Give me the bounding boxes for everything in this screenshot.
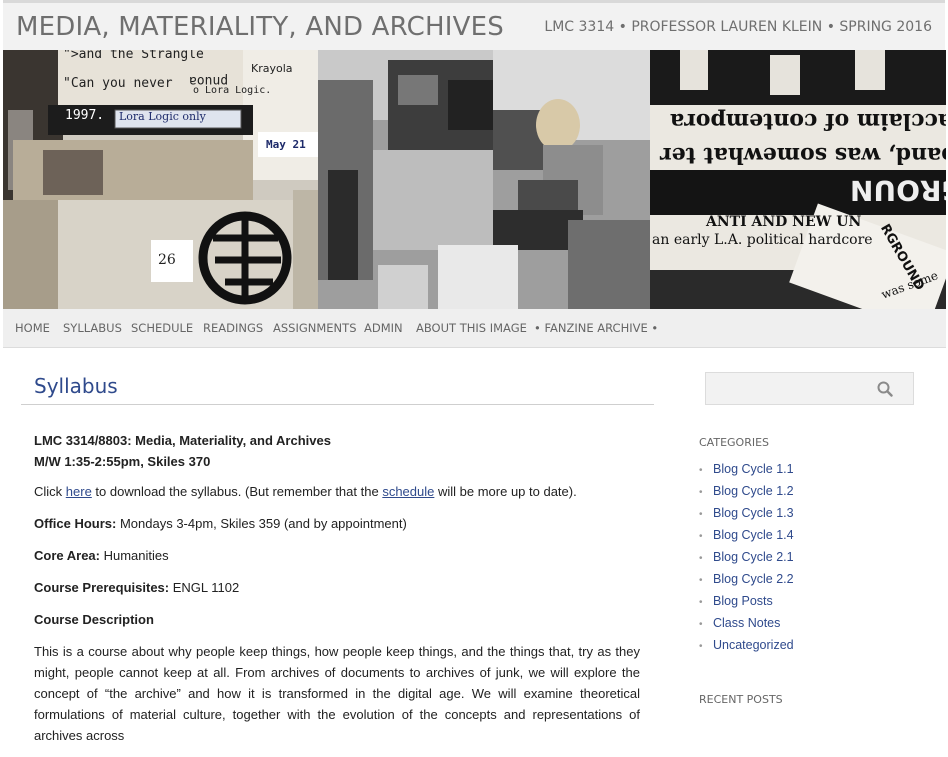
collage-text-1: ">and the Strangle <box>63 50 204 62</box>
search-icon[interactable] <box>877 381 893 397</box>
bullet-icon: • <box>699 487 703 498</box>
collage-text-10: acclaim of contempora <box>670 108 946 134</box>
collage-text-11: band, was somewhat ter <box>660 142 946 168</box>
main-navigation: HOME SYLLABUS SCHEDULE READINGS ASSIGNME… <box>3 309 946 348</box>
recent-posts-title: RECENT POSTS <box>699 693 783 706</box>
syllabus-download-link[interactable]: here <box>66 484 92 499</box>
site-description: LMC 3314 • PROFESSOR LAUREN KLEIN • SPRI… <box>544 19 932 35</box>
schedule-link[interactable]: schedule <box>382 484 434 499</box>
collage-text-14: an early L.A. political hardcore <box>652 232 873 248</box>
core-area-value: Humanities <box>99 548 169 563</box>
collage-text-6: Lora Logic only <box>119 110 206 123</box>
course-name: LMC 3314/8803: Media, Materiality, and A… <box>34 433 331 448</box>
office-hours-label: Office Hours: <box>34 516 117 531</box>
categories-title: CATEGORIES <box>699 436 770 449</box>
banner-collage-panel: ">and the Strangle "Can you never pnuoa … <box>3 50 318 309</box>
nav-home[interactable]: HOME <box>15 321 50 335</box>
download-text-mid: to download the syllabus. (But remember … <box>91 484 383 499</box>
category-item[interactable]: • Blog Cycle 1.2 <box>699 484 794 506</box>
bullet-icon: • <box>699 465 703 476</box>
bullet-icon: • <box>699 641 703 652</box>
syllabus-content: LMC 3314/8803: Media, Materiality, and A… <box>34 430 640 757</box>
categories-list: • Blog Cycle 1.1 • Blog Cycle 1.2 • Blog Cy… <box>699 462 794 660</box>
collage-text-9: Krayola <box>251 62 293 75</box>
bullet-icon: • <box>699 553 703 564</box>
course-description: This is a course about why people keep t… <box>34 644 640 743</box>
category-item[interactable]: • Blog Cycle 2.1 <box>699 550 794 572</box>
nav-fanzine-archive[interactable]: • FANZINE ARCHIVE • <box>534 321 658 335</box>
category-item[interactable]: • Blog Cycle 1.4 <box>699 528 794 550</box>
download-text-post: will be more up to date). <box>434 484 577 499</box>
site-title[interactable]: MEDIA, MATERIALITY, AND ARCHIVES <box>16 12 504 42</box>
banner-clipping-panel: acclaim of contempora band, was somewhat… <box>650 50 946 309</box>
core-area-label: Core Area: <box>34 548 100 563</box>
prerequisites-value: ENGL 1102 <box>169 580 240 595</box>
collage-text-12: ERGROUN <box>850 174 946 207</box>
collage-text-8: 26 <box>158 252 176 268</box>
collage-text-7: May 21 <box>266 138 306 151</box>
course-time: M/W 1:35-2:55pm, Skiles 370 <box>34 454 211 469</box>
category-item[interactable]: • Blog Cycle 2.2 <box>699 572 794 594</box>
nav-readings[interactable]: READINGS <box>203 321 263 335</box>
collage-text-4: o Lora Logic. <box>193 85 272 96</box>
bullet-icon: • <box>699 575 703 586</box>
nav-admin[interactable]: ADMIN <box>364 321 403 335</box>
search-input[interactable] <box>705 372 914 405</box>
course-description-heading: Course Description <box>34 612 154 627</box>
nav-syllabus[interactable]: SYLLABUS <box>63 321 122 335</box>
collage-text-2: "Can you never <box>63 76 173 91</box>
office-hours-value: Mondays 3-4pm, Skiles 359 (and by appoin… <box>116 516 407 531</box>
banner-photo-panel <box>318 50 650 309</box>
category-item[interactable]: • Uncategorized <box>699 638 794 660</box>
bullet-icon: • <box>699 509 703 520</box>
category-item[interactable]: • Blog Cycle 1.3 <box>699 506 794 528</box>
category-item[interactable]: • Blog Cycle 1.1 <box>699 462 794 484</box>
download-text-pre: Click <box>34 484 66 499</box>
collage-text-13: ANTI AND NEW UN <box>706 214 862 230</box>
site-header: MEDIA, MATERIALITY, AND ARCHIVES LMC 331… <box>3 0 945 50</box>
bullet-icon: • <box>699 531 703 542</box>
bullet-icon: • <box>699 597 703 608</box>
category-item[interactable]: • Class Notes <box>699 616 794 638</box>
category-item[interactable]: • Blog Posts <box>699 594 794 616</box>
nav-about-this-image[interactable]: ABOUT THIS IMAGE <box>416 321 527 335</box>
bullet-icon: • <box>699 619 703 630</box>
title-divider <box>21 404 654 405</box>
collage-text-5: 1997. <box>65 108 105 123</box>
nav-schedule[interactable]: SCHEDULE <box>131 321 193 335</box>
nav-assignments[interactable]: ASSIGNMENTS <box>273 321 357 335</box>
prerequisites-label: Course Prerequisites: <box>34 580 170 595</box>
page-title: Syllabus <box>34 374 118 398</box>
header-banner-image: ">and the Strangle "Can you never pnuoa … <box>3 50 946 309</box>
